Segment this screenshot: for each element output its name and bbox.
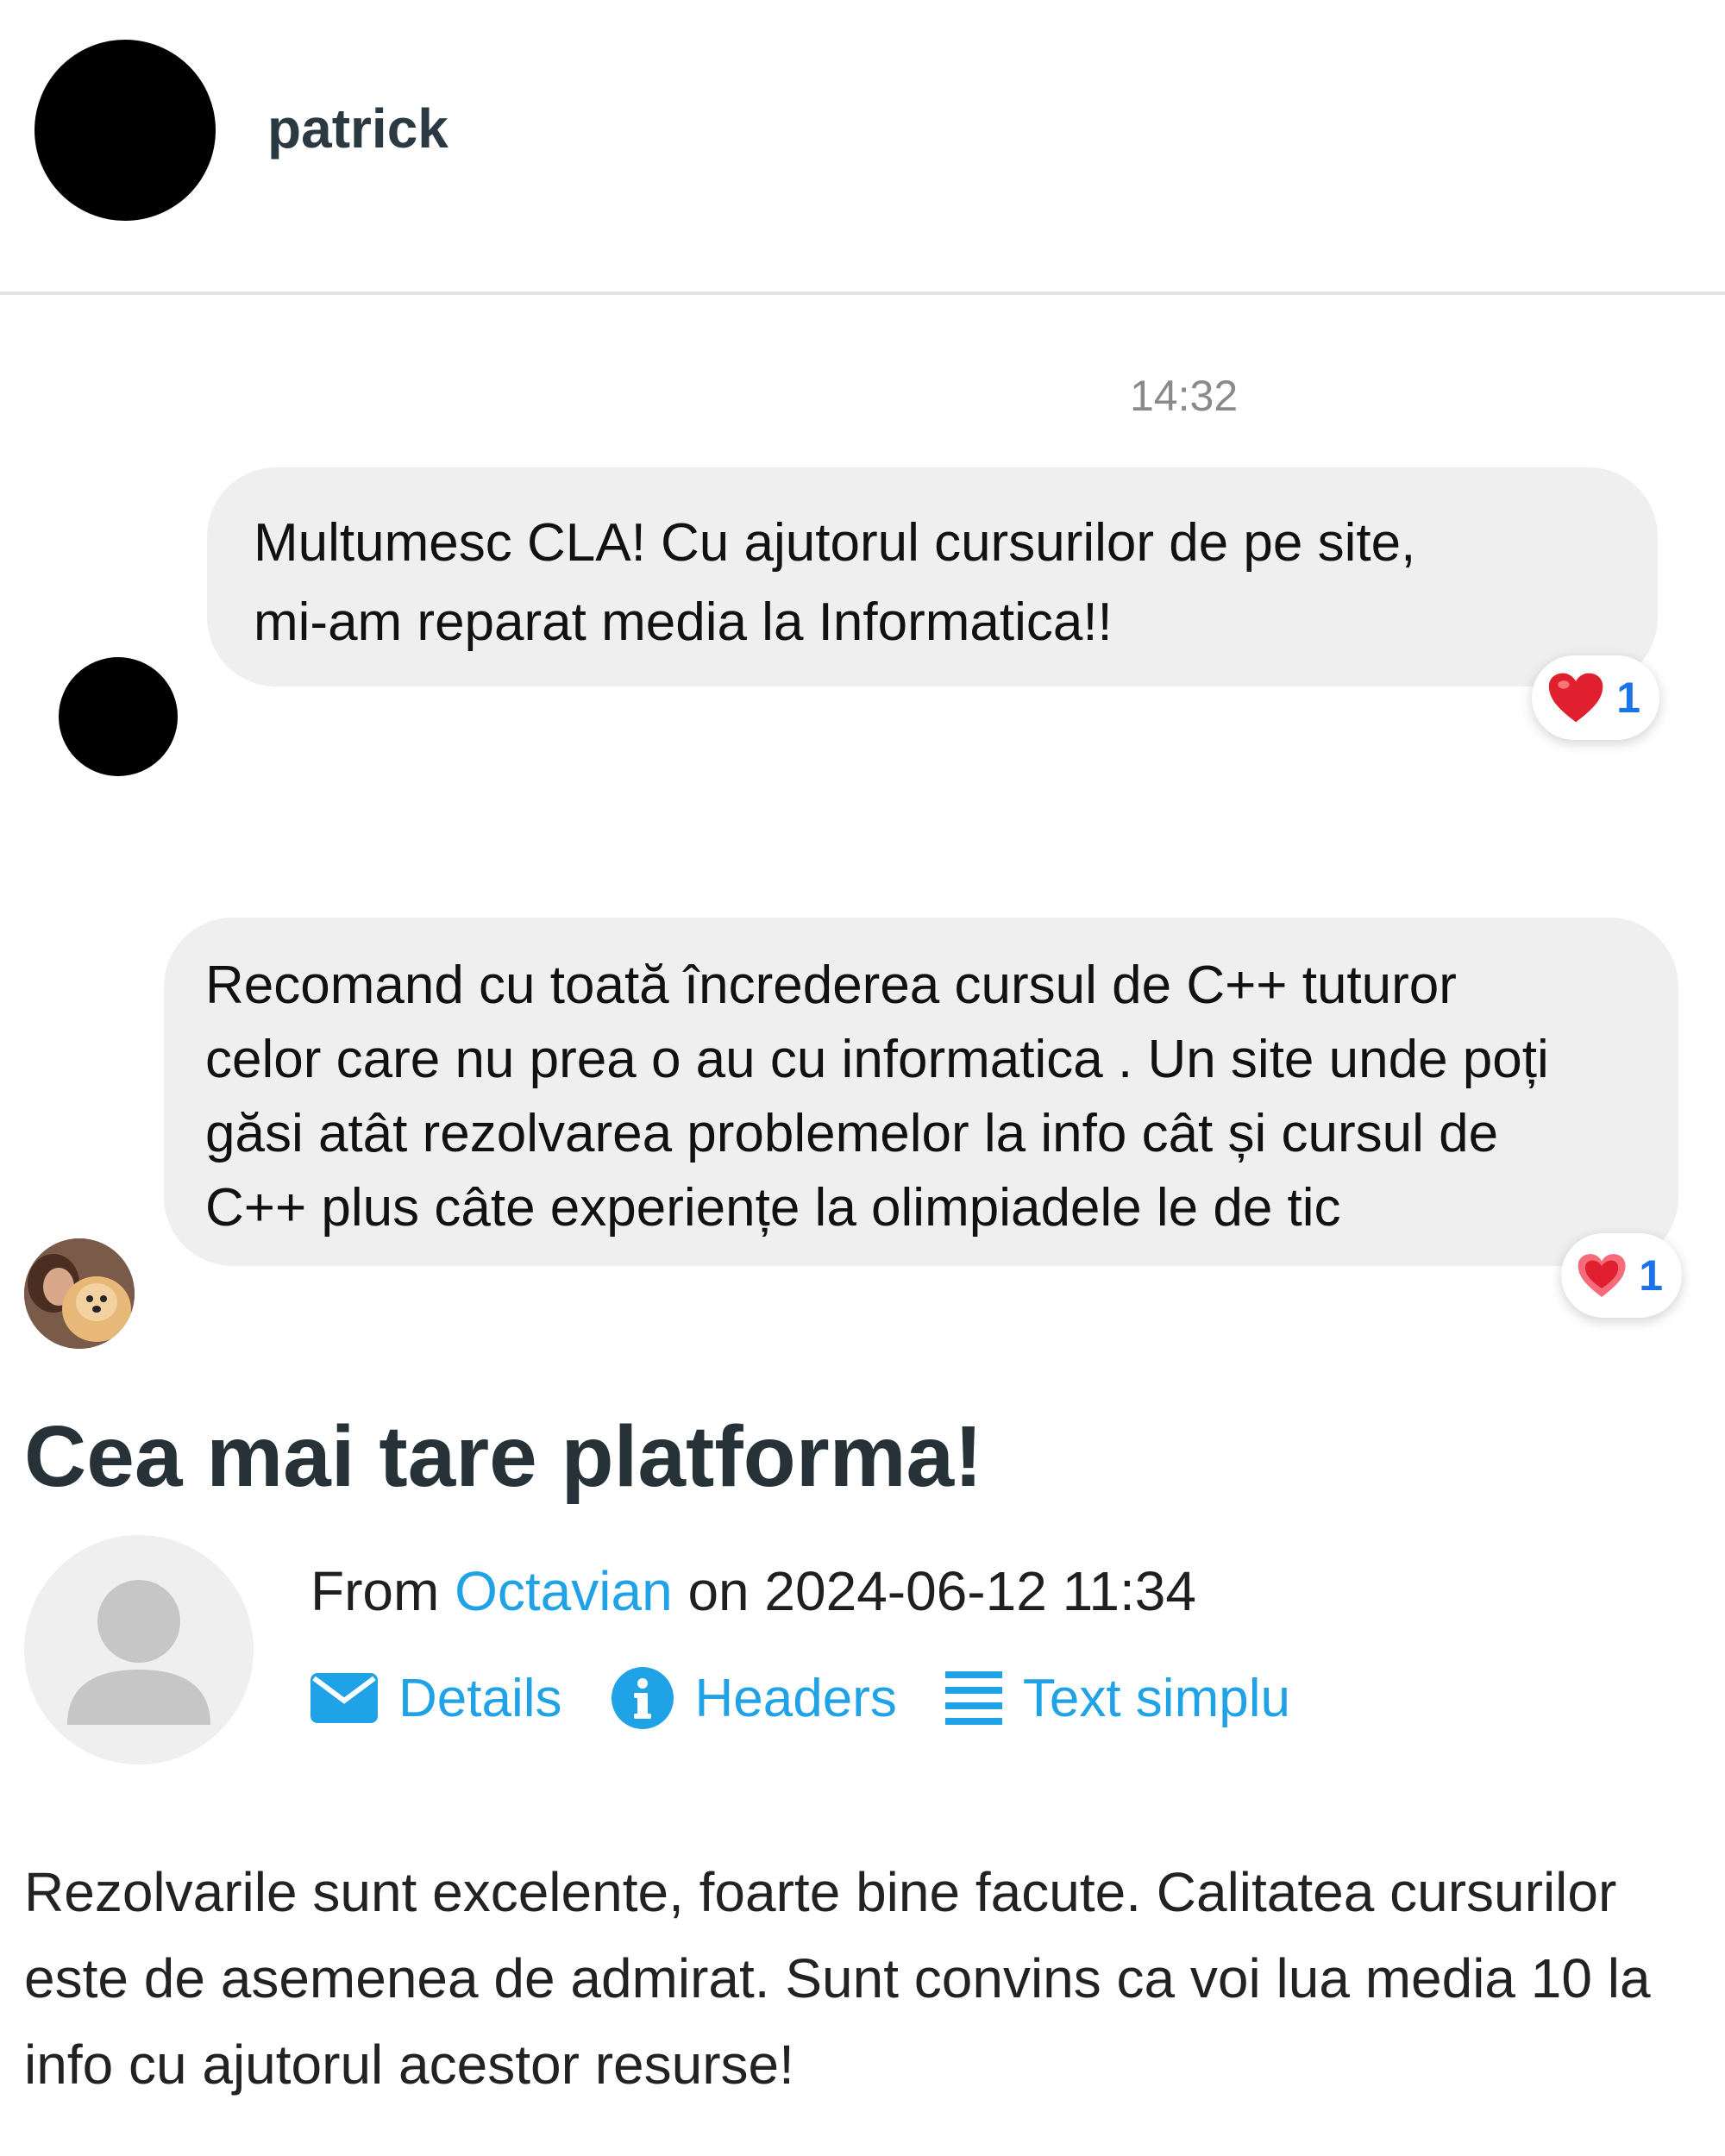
message-bubble[interactable]: Multumesc CLA! Cu ajutorul cursurilor de… <box>207 467 1658 686</box>
review-title: Cea mai tare platforma! <box>24 1408 983 1505</box>
message-text-line: Recomand cu toată încrederea cursul de C… <box>205 956 1457 1015</box>
text-simplu-link[interactable]: Text simplu <box>944 1668 1290 1729</box>
message-text-line: celor care nu prea o au cu informatica .… <box>205 1030 1549 1089</box>
contact-avatar[interactable] <box>34 40 216 221</box>
sender-avatar-photo[interactable] <box>24 1238 135 1349</box>
review-body-line: este de asemenea de admirat. Sunt convin… <box>24 1947 1651 2009</box>
review-date: 2024-06-12 11:34 <box>764 1560 1196 1622</box>
reaction-count: 1 <box>1639 1251 1663 1300</box>
review-body-line: Rezolvarile sunt excelente, foarte bine … <box>24 1861 1617 1923</box>
lines-icon <box>944 1671 1002 1725</box>
heart-icon <box>1548 673 1603 723</box>
user-silhouette-icon <box>67 1580 210 1725</box>
heart-icon <box>1578 1254 1626 1297</box>
on-label: on <box>687 1560 750 1622</box>
chat-header: patrick <box>0 0 1725 295</box>
from-label: From <box>310 1560 440 1622</box>
message-text-line: Multumesc CLA! Cu ajutorul cursurilor de… <box>254 513 1416 573</box>
details-link[interactable]: Details <box>310 1668 562 1729</box>
message-text-line: mi-am reparat media la Informatica!! <box>254 592 1113 652</box>
details-label: Details <box>398 1668 562 1728</box>
reaction-count: 1 <box>1616 674 1640 722</box>
envelope-icon <box>310 1673 378 1723</box>
review-body: Rezolvarile sunt excelente, foarte bine … <box>24 1849 1706 2108</box>
info-icon <box>611 1667 674 1729</box>
author-link[interactable]: Octavian <box>455 1560 673 1622</box>
headers-label: Headers <box>694 1668 897 1728</box>
reaction-badge[interactable]: 1 <box>1561 1233 1682 1318</box>
review-actions: Details Headers Text simplu <box>310 1659 1339 1737</box>
message-text-line: C++ plus câte experiențe la olimpiadele … <box>205 1178 1341 1238</box>
text-simplu-label: Text simplu <box>1022 1668 1290 1728</box>
sender-avatar[interactable] <box>59 657 178 776</box>
photo-avatar-image <box>24 1238 135 1349</box>
headers-link[interactable]: Headers <box>611 1666 897 1730</box>
reaction-badge[interactable]: 1 <box>1532 655 1659 740</box>
review-meta: From Octavian on 2024-06-12 11:34 <box>310 1559 1196 1623</box>
message-text-line: găsi atât rezolvarea problemelor la info… <box>205 1104 1499 1163</box>
review-body-line: info cu ajutorul acestor resurse! <box>24 2034 794 2096</box>
contact-name[interactable]: patrick <box>267 97 448 160</box>
message-timestamp: 14:32 <box>1130 372 1239 420</box>
author-avatar-placeholder <box>24 1535 254 1764</box>
message-bubble[interactable]: Recomand cu toată încrederea cursul de C… <box>164 918 1678 1266</box>
page: patrick 14:32 Multumesc CLA! Cu ajutorul… <box>0 0 1725 2156</box>
